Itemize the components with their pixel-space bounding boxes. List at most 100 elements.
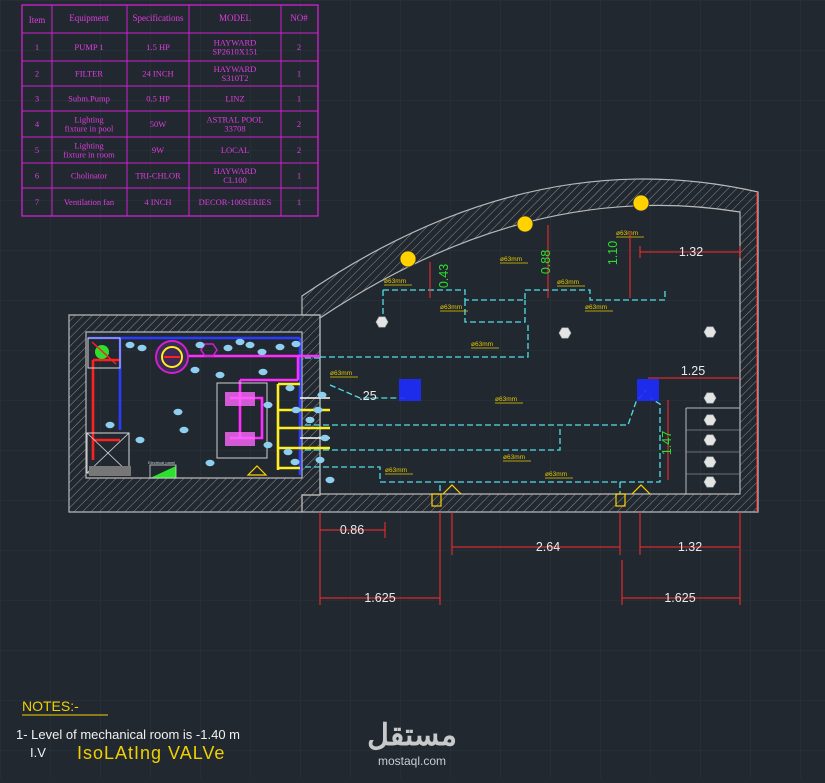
dim-bottom-e: 1.625 [664,591,695,605]
nozzle-symbol [235,338,245,346]
table-cell-equipment: PUMP 1 [74,42,103,52]
dim-vertical-right: 1.10 [606,241,620,265]
nozzle-symbol [190,366,200,374]
pipe-size-label: ø63mm [500,256,522,263]
table-cell-model: S310T2 [222,73,249,83]
table-cell-qty: 1 [297,197,301,207]
cad-drawing: Item Equipment Specifications MODEL NO# … [0,0,825,778]
vent-hex [375,316,389,328]
nozzle-symbol [245,341,255,349]
table-cell-equipment: fixture in room [63,150,115,160]
pump-symbol [155,340,189,374]
pump-unit-2 [225,432,255,446]
nozzle-symbol [320,434,330,442]
watermark-latin: mostaql.com [378,754,446,768]
pool-light-1 [399,379,421,401]
table-cell-model: LOCAL [221,145,249,155]
table-cell-qty: 1 [297,69,301,79]
dim-bottom-b: 2.64 [536,540,560,554]
nozzle-symbol [325,476,335,484]
table-cell-qty: 2 [297,119,301,129]
table-cell-equipment: FILTER [75,69,103,79]
dim-top-right: 1.32 [679,245,703,259]
table-cell-model: DECOR-100SERIES [199,197,272,207]
table-cell-equipment: Subm.Pump [68,94,110,104]
header-model: MODEL [219,13,251,23]
dim-right-mid: 1.25 [681,364,705,378]
nozzle-symbol [215,371,225,379]
table-cell-item: 2 [35,69,39,79]
pipe-size-label: ø63mm [585,304,607,311]
dim-left-short: .25 [359,389,376,403]
watermark-arabic: مستقل [367,719,457,752]
nozzle-symbol [313,406,323,414]
notes-iv-text: IsoLAtIng VALVe [77,743,225,763]
vent-hex [558,327,572,339]
nozzle-symbol [205,459,215,467]
drawing-canvas: Item Equipment Specifications MODEL NO# … [0,0,825,778]
table-cell-spec: 1.5 HP [146,42,170,52]
table-cell-qty: 1 [297,171,301,181]
pipe-size-label: ø63mm [440,304,462,311]
nozzle-symbol [223,344,233,352]
vent-hex [703,456,717,468]
table-cell-model: LINZ [225,94,244,104]
pipe-size-label: ø63mm [616,230,638,237]
table-cell-item: 1 [35,42,39,52]
nozzle-symbol [315,456,325,464]
vent-hex [703,326,717,338]
dim-bottom-c: 1.32 [678,540,702,554]
nozzle-symbol [179,426,189,434]
nozzle-symbol [305,416,315,424]
nozzle-symbol [173,408,183,416]
header-qty: NO# [290,13,308,23]
nozzle-symbol [258,368,268,376]
watermark: مستقل mostaql.com [367,719,457,768]
table-cell-spec: 9W [152,145,164,155]
pipe-size-label: ø63mm [471,341,493,348]
dim-bottom-a: 0.86 [340,523,364,537]
table-cell-spec: TRI-CHLOR [135,171,181,181]
table-cell-model: 33708 [224,124,245,134]
nozzle-symbol [257,348,267,356]
pipe-size-label: ø63mm [557,279,579,286]
vent-hex [703,392,717,404]
table-cell-model: CL100 [223,175,247,185]
table-cell-equipment: Ventilation fan [64,197,115,207]
vent-hex [703,414,717,426]
vent-hex [703,476,717,488]
pipe-size-label: ø63mm [385,467,407,474]
table-cell-spec: 24 INCH [142,69,173,79]
panel-label: Electrical panel [148,460,175,465]
table-cell-qty: 2 [297,42,301,52]
nozzle-symbol [317,391,327,399]
notes-line-1: 1- Level of mechanical room is -1.40 m [16,727,240,742]
table-cell-item: 5 [35,145,39,155]
nozzle-symbol [285,384,295,392]
nozzle-symbol [291,340,301,348]
nozzle-symbol [195,341,205,349]
pipe-size-label: ø63mm [330,370,352,377]
nozzle-symbol [125,341,135,349]
table-cell-equipment: fixture in pool [65,124,114,134]
nozzle-symbol [263,401,273,409]
dim-bottom-d: 1.625 [364,591,395,605]
header-specifications: Specifications [133,13,184,23]
table-cell-item: 6 [35,171,39,181]
nozzle-symbol [137,344,147,352]
nozzle-symbol [263,441,273,449]
table-cell-spec: 0.5 HP [146,94,170,104]
table-cell-model: SP2610X151 [212,47,257,57]
table-cell-qty: 1 [297,94,301,104]
pipe-size-label: ø63mm [503,454,525,461]
nozzle-symbol [135,436,145,444]
pool-light-2 [637,379,659,401]
dim-vertical-left: 0.43 [437,264,451,288]
nozzle-symbol [290,458,300,466]
nozzle-symbol [283,448,293,456]
pipe-size-label: ø63mm [384,278,406,285]
nozzle-symbol [275,343,285,351]
pump-unit-1 [225,392,255,406]
table-cell-item: 3 [35,94,39,104]
pipe-size-label: ø63mm [545,471,567,478]
